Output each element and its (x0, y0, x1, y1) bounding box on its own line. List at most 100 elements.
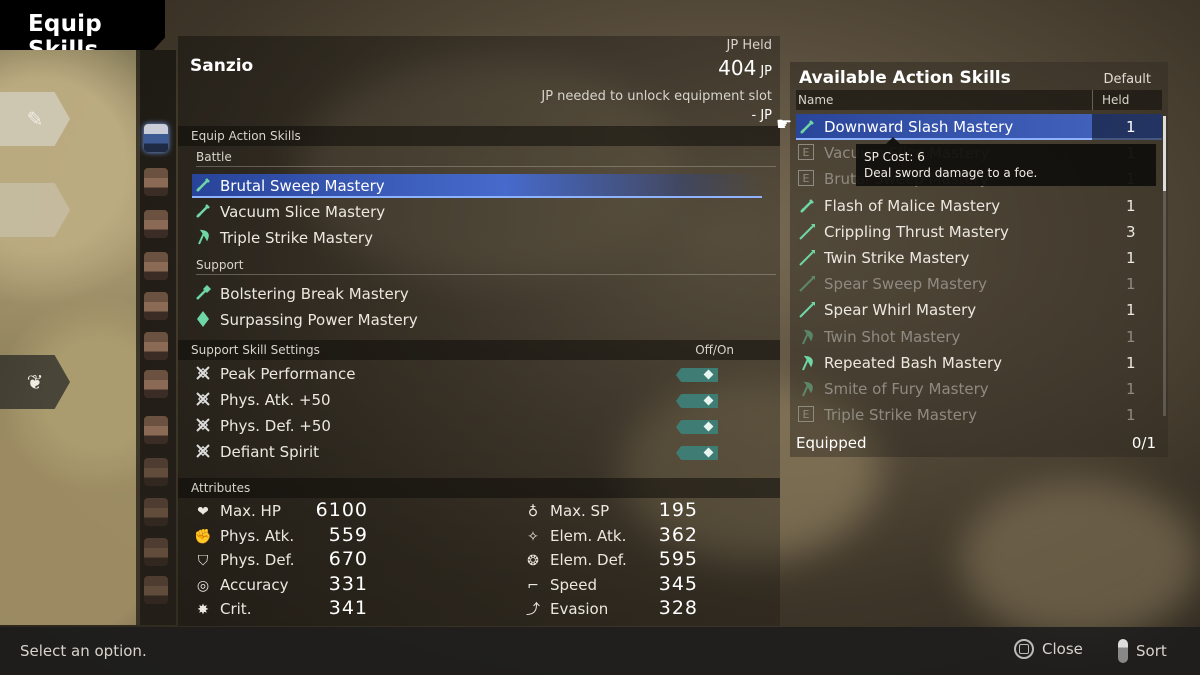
available-skill-row[interactable]: Smite of Fury Mastery 1 (796, 376, 1162, 402)
portrait-party-member[interactable] (144, 168, 168, 196)
portrait-party-member[interactable] (144, 498, 168, 526)
equip-action-skills-header: Equip Action Skills (178, 126, 780, 146)
stick-button-icon (1118, 639, 1128, 663)
toggle-switch[interactable] (676, 394, 718, 408)
battle-subheader: Battle (196, 150, 776, 167)
spear-icon (799, 276, 815, 292)
attr-crit: ✸ Crit. (194, 597, 251, 621)
portrait-party-member[interactable] (144, 458, 168, 486)
equipped-e-icon: E (798, 406, 814, 423)
sp-icon: ♁ (527, 504, 539, 520)
available-skill-row[interactable]: Crippling Thrust Mastery 3 (796, 219, 1162, 245)
support-setting-row[interactable]: Phys. Atk. +50 (192, 388, 762, 412)
support-skill-settings-header: Support Skill Settings Off/On (178, 340, 780, 360)
available-skill-row[interactable]: Spear Whirl Mastery 1 (796, 297, 1162, 323)
available-skill-held: 1 (1126, 196, 1136, 215)
attr-phys-def: ⛉ Phys. Def. (194, 548, 295, 572)
circle-button-icon (1014, 639, 1034, 659)
portrait-party-member[interactable] (144, 416, 168, 444)
support-setting-row[interactable]: Defiant Spirit (192, 440, 762, 464)
equipped-e-icon: E (798, 170, 814, 187)
gem-icon (197, 311, 209, 327)
support-setting-row[interactable]: Phys. Def. +50 (192, 414, 762, 438)
portrait-party-member[interactable] (144, 538, 168, 566)
attr-speed: ⌐ Speed (524, 573, 597, 597)
available-skill-held: 1 (1126, 380, 1136, 398)
available-skill-held: 3 (1126, 222, 1136, 241)
available-skill-row[interactable]: Twin Shot Mastery 1 (796, 324, 1162, 350)
support-subheader: Support (196, 258, 776, 275)
tooltip-sp-cost: SP Cost: 6 (864, 150, 925, 164)
tooltip-description: Deal sword damage to a foe. (864, 166, 1038, 180)
available-skill-held: 1 (1126, 353, 1136, 372)
equipped-e-icon: E (798, 144, 814, 161)
battle-skill-slot-2[interactable]: Vacuum Slice Mastery (192, 200, 762, 224)
evasion-icon: ⤴ (526, 602, 540, 618)
equipped-count-row: Equipped 0/1 (796, 430, 1162, 456)
available-skill-row[interactable]: Spear Sweep Mastery 1 (796, 271, 1162, 297)
available-skill-held: 1 (1126, 118, 1136, 136)
available-skill-name: Spear Whirl Mastery (824, 301, 977, 320)
character-name: Sanzio (190, 56, 254, 76)
available-skill-held: 1 (1126, 275, 1136, 294)
spear-icon (799, 250, 815, 266)
shield-fist-icon: ⛉ (197, 553, 209, 569)
portrait-party-member[interactable] (144, 252, 168, 280)
battle-skill-slot-1[interactable]: Brutal Sweep Mastery (192, 174, 762, 198)
pointer-hand-icon: ☛ (776, 114, 793, 135)
elem-def-icon: ❂ (527, 553, 539, 569)
portrait-sanzio[interactable] (144, 124, 168, 152)
axe-icon (198, 229, 209, 245)
portrait-party-member[interactable] (144, 292, 168, 320)
close-button[interactable]: Close (1014, 639, 1083, 659)
available-skill-name: Crippling Thrust Mastery (824, 222, 1009, 241)
attributes-header: Attributes (178, 478, 780, 498)
equipped-label: Equipped (796, 434, 867, 452)
available-skill-name: Triple Strike Mastery (824, 406, 977, 425)
available-skill-row[interactable]: Repeated Bash Mastery 1 (796, 350, 1162, 376)
equip-panel: Sanzio JP Held 404 JP JP needed to unlock… (178, 36, 780, 626)
available-skills-title: Available Action Skills (799, 68, 1011, 88)
available-skill-held: 1 (1126, 327, 1136, 346)
fist-icon: ✊ (194, 529, 212, 545)
available-skill-row[interactable]: Downward Slash Mastery 1 (796, 114, 1162, 140)
spear-icon (799, 302, 815, 319)
sort-button[interactable]: Sort (1118, 639, 1167, 663)
available-skill-name: Twin Shot Mastery (824, 327, 961, 346)
available-skill-name: Smite of Fury Mastery (824, 380, 989, 398)
jp-held-value: 404 JP (718, 56, 772, 80)
burst-icon: ✸ (197, 602, 209, 618)
available-skill-held: 1 (1126, 301, 1136, 320)
support-skill-slot-1[interactable]: Bolstering Break Mastery (192, 282, 762, 306)
toggle-switch[interactable] (676, 420, 718, 434)
scrollbar-thumb[interactable] (1163, 116, 1166, 191)
attr-speed-value: 345 (658, 573, 698, 595)
portrait-party-member[interactable] (144, 576, 168, 604)
battle-skill-slot-3[interactable]: Triple Strike Mastery (192, 226, 762, 250)
support-setting-row[interactable]: Peak Performance (192, 362, 762, 386)
portrait-party-member[interactable] (144, 332, 168, 360)
available-skill-row[interactable]: E Triple Strike Mastery 1 (796, 402, 1162, 428)
available-skills-scrollbar[interactable] (1163, 116, 1166, 416)
party-portraits (136, 50, 176, 625)
toggle-switch[interactable] (676, 368, 718, 382)
jp-needed-label: JP needed to unlock equipment slot (541, 89, 772, 104)
crossed-swords-icon (196, 392, 210, 406)
available-skill-name: Flash of Malice Mastery (824, 196, 1001, 215)
axe-icon (802, 381, 813, 397)
sword-icon (800, 198, 814, 213)
target-icon: ◎ (196, 578, 210, 594)
screen-title-bar: Equip Skills (0, 0, 165, 50)
jp-needed-value: - JP (751, 108, 773, 123)
portrait-party-member[interactable] (144, 210, 168, 238)
available-skill-row[interactable]: Twin Strike Mastery 1 (796, 245, 1162, 271)
available-skill-row[interactable]: Flash of Malice Mastery 1 (796, 193, 1162, 219)
spear-icon (799, 223, 815, 240)
attr-elem-atk: ✧ Elem. Atk. (524, 524, 626, 548)
available-skill-held: 1 (1126, 406, 1136, 425)
toggle-switch[interactable] (676, 446, 718, 460)
support-skill-slot-2[interactable]: Surpassing Power Mastery (192, 308, 762, 332)
portrait-party-member[interactable] (144, 370, 168, 398)
attr-phys-def-value: 670 (328, 548, 368, 570)
attr-max-hp: ❤ Max. HP (194, 499, 281, 523)
